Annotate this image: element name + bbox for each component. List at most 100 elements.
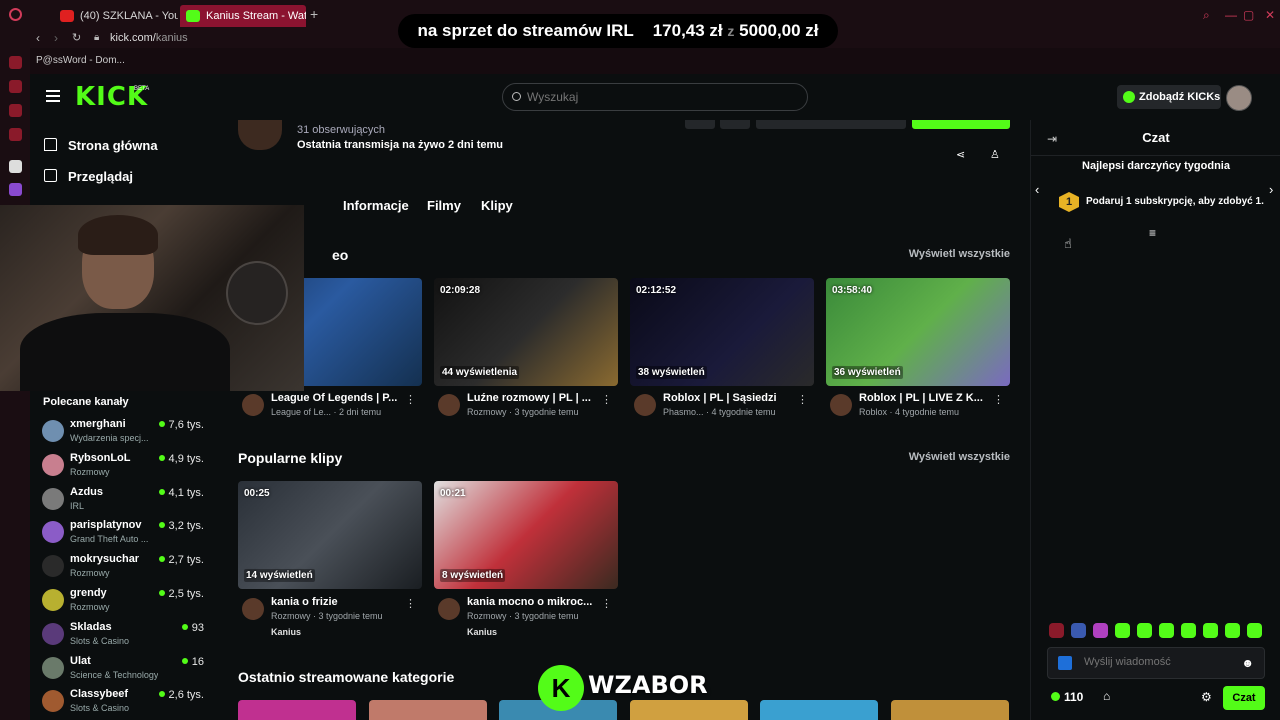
more-options-icon[interactable]: ⋮ [993,393,1004,406]
opera-logo-icon[interactable] [9,8,22,21]
emote-icon[interactable] [1137,623,1152,638]
more-options-icon[interactable]: ⋮ [405,597,416,610]
user-avatar[interactable] [1226,85,1252,111]
store-icon[interactable]: ⌂ [1103,689,1110,703]
emote-icon[interactable] [1049,623,1064,638]
emote-icon[interactable] [1115,623,1130,638]
video-title[interactable]: kania mocno o mikroc... [467,596,603,608]
gear-icon[interactable]: ⚙ [1201,690,1212,704]
video-thumbnail[interactable]: 02:12:52 38 wyświetleń [630,278,814,386]
channel-item[interactable]: Skladas Slots & Casino 93 [42,619,212,651]
video-author[interactable]: Kanius [271,627,301,637]
more-options-icon[interactable]: ⋮ [601,393,612,406]
sidebar-app-icon[interactable] [9,128,22,141]
channel-points[interactable]: 110 [1051,690,1083,704]
category-thumbnail[interactable] [890,700,1009,720]
video-thumbnail[interactable]: 00:21 8 wyświetleń [434,481,618,589]
channel-item[interactable]: mokrysuchar Rozmowy 2,7 tys. [42,551,212,583]
channel-item[interactable]: Classybeef Slots & Casino 2,6 tys. [42,686,212,718]
chat-send-button[interactable]: Czat [1223,686,1265,710]
forward-icon[interactable]: › [54,31,58,45]
sidebar-app-icon[interactable] [9,104,22,117]
channel-avatar[interactable] [238,120,282,150]
search-bar[interactable] [502,83,808,111]
more-options-icon[interactable]: ⋮ [405,393,416,406]
category-thumbnail[interactable] [368,700,487,720]
sidebar-app-icon[interactable] [9,56,22,69]
tab-info[interactable]: Informacje [343,198,409,213]
video-title[interactable]: Roblox | PL | LIVE Z K... [859,392,995,404]
twitch-icon[interactable] [9,183,22,196]
chevron-right-icon[interactable]: › [1269,182,1273,197]
reload-icon[interactable]: ↻ [72,31,81,44]
chat-identity-icon[interactable] [1058,656,1072,670]
maximize-icon[interactable]: ▢ [1243,8,1254,22]
channel-avatar [42,453,64,476]
video-title[interactable]: League Of Legends | P... [271,392,407,404]
more-options-icon[interactable]: ⋮ [601,597,612,610]
close-icon[interactable]: ✕ [1265,8,1275,22]
emote-icon[interactable] [1247,623,1262,638]
video-thumbnail[interactable]: 03:58:40 36 wyświetleń [826,278,1010,386]
bookmark-item[interactable]: P@ssWord - Dom... [36,55,125,66]
channel-item[interactable]: grendy Rozmowy 2,5 tys. [42,585,212,617]
tab-youtube[interactable]: (40) SZKLANA - YouTube [54,5,178,27]
channel-item[interactable]: Ulat Science & Technology 16 [42,653,212,685]
channel-item[interactable]: RybsonLoL Rozmowy 4,9 tys. [42,450,212,482]
video-title[interactable]: kania o frizie [271,596,407,608]
emoji-icon[interactable]: ☻ [1241,656,1254,670]
chat-title: Czat [1142,130,1170,145]
author-avatar[interactable] [438,394,460,416]
video-thumbnail[interactable]: 02:09:28 44 wyświetlenia [434,278,618,386]
back-icon[interactable]: ‹ [36,31,40,45]
emote-icon[interactable] [1181,623,1196,638]
author-avatar[interactable] [242,394,264,416]
tab-kick-stream[interactable]: Kanius Stream - Watch Li [180,5,306,27]
emote-icon[interactable] [1071,623,1086,638]
sidebar-app-icon[interactable] [9,80,22,93]
author-avatar[interactable] [830,394,852,416]
author-avatar[interactable] [438,598,460,620]
channel-item[interactable]: Azdus IRL 4,1 tys. [42,484,212,516]
action-button[interactable] [720,120,750,129]
sidebar-item-browse[interactable]: Przeglądaj [44,169,133,184]
menu-icon[interactable] [46,90,60,102]
more-options-icon[interactable]: ⋮ [797,393,808,406]
chat-input-box[interactable]: ☻ [1047,647,1265,679]
emote-icon[interactable] [1159,623,1174,638]
get-kicks-button[interactable]: Zdobądź KICKs [1117,85,1221,109]
minimize-icon[interactable]: — [1225,8,1237,22]
emote-icon[interactable] [1203,623,1218,638]
sidebar-item-home[interactable]: Strona główna [44,138,158,153]
emote-icon[interactable] [1225,623,1240,638]
emote-icon[interactable] [1093,623,1108,638]
action-button[interactable] [685,120,715,129]
video-title[interactable]: Luźne rozmowy | PL | ... [467,392,603,404]
url-text[interactable]: kick.com/kanius [110,32,188,44]
video-author[interactable]: Kanius [467,627,497,637]
channel-item[interactable]: xmerghani Wydarzenia specj... 7,6 tys. [42,416,212,448]
chat-message-input[interactable] [1084,656,1234,668]
follow-button[interactable] [912,120,1010,129]
tab-videos[interactable]: Filmy [427,198,461,213]
author-avatar[interactable] [242,598,264,620]
tab-clips[interactable]: Klipy [481,198,513,213]
chevron-left-icon[interactable]: ‹ [1035,182,1039,197]
channel-item[interactable]: parisplatynov Grand Theft Auto ... 3,2 tys… [42,517,212,549]
author-avatar[interactable] [634,394,656,416]
category-thumbnail[interactable] [760,700,878,720]
tiktok-icon[interactable] [9,160,22,173]
category-thumbnail[interactable] [238,700,356,720]
user-add-icon[interactable]: ♙ [990,148,1000,161]
clips-view-all-link[interactable]: Wyświetl wszystkie [909,451,1010,463]
video-thumbnail[interactable]: 00:25 14 wyświetleń [238,481,422,589]
filter-icon[interactable]: ≡ [1149,226,1156,240]
new-tab-button[interactable]: + [310,6,318,22]
subscribe-button[interactable] [756,120,906,129]
videos-view-all-link[interactable]: Wyświetl wszystkie [909,248,1010,260]
video-title[interactable]: Roblox | PL | Sąsiedzi [663,392,799,404]
channel-name: Azdus [70,485,103,498]
search-icon[interactable]: ⌕ [1203,8,1210,23]
share-icon[interactable]: ⋖ [956,148,965,161]
search-input[interactable] [527,90,787,104]
